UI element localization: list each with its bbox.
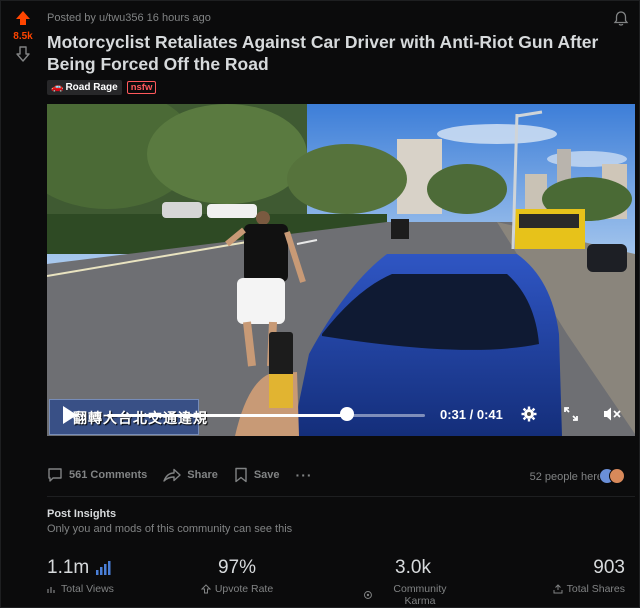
bar-chart-icon: [96, 561, 111, 575]
stat-value: 903: [593, 557, 625, 578]
share-button[interactable]: Share: [163, 467, 218, 483]
save-label: Save: [253, 469, 280, 481]
stat-label: Community Karma: [393, 583, 447, 607]
bell-icon[interactable]: [613, 10, 629, 32]
gear-icon[interactable]: [521, 406, 537, 427]
stat-label: Upvote Rate: [214, 583, 274, 595]
stat-label: Total Shares: [566, 583, 625, 595]
insights-title: Post Insights: [47, 508, 117, 520]
stat-value: 97%: [217, 557, 257, 578]
views-icon: [47, 587, 55, 593]
play-icon[interactable]: [61, 404, 79, 431]
insights-subtitle: Only you and mods of this community can …: [47, 523, 293, 535]
post-meta: Posted by u/twu356 16 hours ago: [47, 12, 211, 24]
vote-column: 8.5k: [9, 11, 37, 62]
post-actions: 561 Comments Share Save ···: [47, 467, 313, 483]
nsfw-badge: nsfw: [126, 81, 157, 94]
avatar: [609, 468, 625, 484]
post-container: 8.5k Posted by u/twu356 16 hours ago Mot…: [0, 0, 640, 608]
car-icon: 🚗: [51, 82, 64, 93]
expand-icon[interactable]: [563, 406, 579, 427]
stat-value: 3.0k: [395, 557, 431, 578]
karma-icon: [363, 591, 372, 599]
more-options-button[interactable]: ···: [296, 467, 313, 483]
bookmark-icon: [235, 467, 247, 483]
share-icon: [163, 468, 181, 482]
comments-button[interactable]: 561 Comments: [47, 467, 147, 483]
stat-upvote-rate: 97% Upvote Rate: [197, 557, 277, 595]
upvote-icon[interactable]: [9, 11, 37, 25]
comment-icon: [48, 468, 62, 482]
stat-total-shares: 903 Total Shares: [545, 557, 625, 595]
video-player[interactable]: 翻轉大台北交通違規 0:31 / 0:41: [47, 104, 635, 436]
save-button[interactable]: Save: [234, 467, 280, 483]
time-label: 0:31 / 0:41: [440, 407, 503, 422]
stat-total-views: 1.1m Total Views: [47, 557, 114, 595]
stat-value: 1.1m: [47, 557, 90, 578]
comments-label: 561 Comments: [69, 469, 148, 481]
people-here-label: 52 people here: [529, 471, 603, 483]
flair-label: Road Rage: [65, 82, 118, 93]
divider: [47, 496, 635, 497]
post-flairs: 🚗 Road Rage nsfw: [47, 80, 157, 95]
online-avatars: [599, 467, 627, 485]
share-label: Share: [187, 469, 218, 481]
progress-track[interactable]: [107, 414, 425, 417]
downvote-icon[interactable]: [16, 46, 30, 62]
mute-icon[interactable]: [603, 406, 621, 427]
stat-label: Total Views: [61, 583, 114, 595]
share-outline-icon: [553, 584, 563, 594]
stat-community-karma: 3.0k Community Karma: [363, 557, 463, 607]
post-title[interactable]: Motorcyclist Retaliates Against Car Driv…: [47, 31, 627, 75]
flair-road-rage[interactable]: 🚗 Road Rage: [47, 80, 122, 95]
upvote-outline-icon: [200, 584, 211, 594]
progress-fill: [107, 414, 348, 417]
video-frame: [47, 104, 635, 436]
vote-count: 8.5k: [13, 31, 33, 42]
video-subtitle: 翻轉大台北交通違規: [73, 411, 208, 427]
